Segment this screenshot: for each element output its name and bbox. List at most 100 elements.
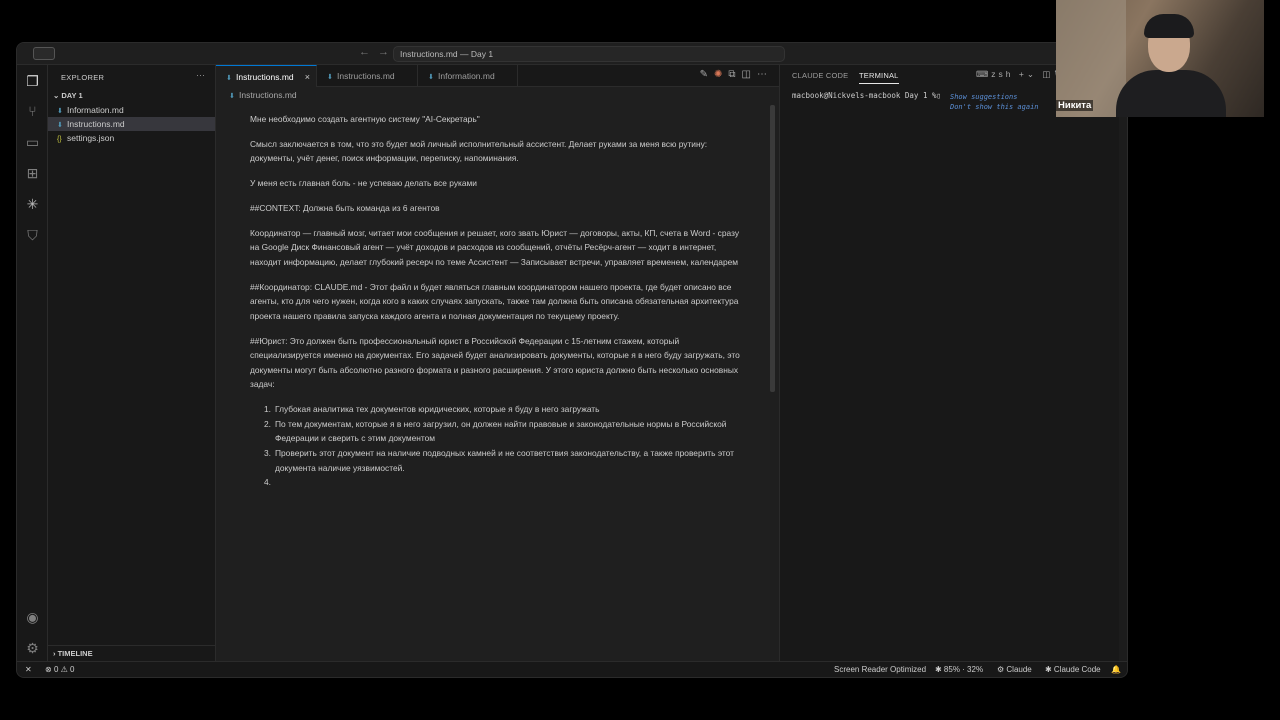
screen-reader-status[interactable]: Screen Reader Optimized: [834, 662, 926, 677]
toggle-sidebar-icon[interactable]: [33, 47, 55, 60]
document-content[interactable]: Мне необходимо создать агентную систему …: [250, 112, 740, 490]
tab-label: Instructions.md: [337, 71, 395, 81]
paragraph: ##Координатор: CLAUDE.md - Этот файл и б…: [250, 281, 739, 321]
markdown-file-icon: ⬇: [327, 74, 333, 81]
back-arrow-icon[interactable]: ←: [359, 46, 378, 58]
paragraph: ##CONTEXT: Должна быть команда из 6 аген…: [250, 202, 440, 213]
shell-label[interactable]: zsh: [991, 69, 1013, 79]
claude-icon[interactable]: ✳: [24, 196, 41, 213]
split-editor-icon[interactable]: ◫: [742, 69, 757, 80]
list-number: 2.: [264, 418, 271, 429]
panel-actions: ⌨zsh +⌄ ◫🗑: [976, 69, 1067, 80]
usage-status[interactable]: ✱ 85% · 32%: [935, 662, 983, 677]
terminal-icon: ⌨: [976, 69, 992, 79]
claude-spark-icon[interactable]: ✺: [714, 69, 728, 80]
error-icon: ⊗: [45, 665, 52, 674]
remote-explorer-icon[interactable]: ▭: [24, 134, 41, 151]
warning-icon: ⚠: [60, 665, 68, 674]
paragraph: Смысл заключается в том, что это будет м…: [250, 138, 708, 164]
notifications-bell-icon[interactable]: 🔔: [1111, 662, 1121, 677]
tab-instructions-md-2[interactable]: ⬇ Instructions.md: [317, 65, 418, 87]
cursor: ▯: [936, 91, 942, 100]
shield-icon[interactable]: ⛉: [24, 227, 41, 244]
activity-bar: ❐ ⑂ ▭ ⊞ ✳ ⛉ ◉ ⚙: [17, 65, 48, 661]
settings-gear-icon[interactable]: ⚙: [24, 640, 41, 657]
more-icon[interactable]: ⋯: [757, 69, 773, 80]
nav-arrows: ←→: [359, 46, 397, 58]
breadcrumb[interactable]: ⬇ Instructions.md: [229, 90, 297, 100]
list-text: Глубокая аналитика тех документов юридич…: [275, 404, 600, 415]
problems-indicator[interactable]: ⊗ 0 ⚠ 0: [45, 662, 74, 677]
source-control-icon[interactable]: ⑂: [24, 103, 41, 120]
vscode-window: ←→ Instructions.md — Day 1 ❐ ⑂ ▭ ⊞ ✳ ⛉ ◉…: [16, 42, 1128, 678]
paragraph: Мне необходимо создать агентную систему …: [250, 114, 480, 124]
claude-icon: ⚙: [997, 665, 1005, 674]
file-information-md[interactable]: ⬇ Information.md: [48, 103, 215, 117]
claude-code-status[interactable]: ✱ Claude Code: [1045, 662, 1101, 677]
editor-scrollbar[interactable]: [770, 105, 775, 392]
list-text: По тем документам, которые я в него загр…: [275, 418, 727, 444]
tab-instructions-md[interactable]: ⬇ Instructions.md ×: [216, 65, 317, 87]
folder-day-1[interactable]: ⌄ DAY 1: [48, 89, 215, 103]
markdown-file-icon: ⬇: [428, 74, 434, 81]
tab-claude-code[interactable]: CLAUDE CODE: [792, 71, 848, 80]
command-center-search[interactable]: Instructions.md — Day 1: [393, 46, 785, 62]
file-label: settings.json: [67, 133, 115, 143]
terminal-prompt[interactable]: macbook@Nickvels-macbook Day 1 %▯: [792, 91, 941, 100]
editor-actions: ✎✺⧉◫⋯: [700, 69, 773, 80]
right-panel: CLAUDE CODE TERMINAL ⌨zsh +⌄ ◫🗑 macbook@…: [779, 65, 1127, 661]
timeline-section[interactable]: › TIMELINE: [48, 645, 215, 661]
file-instructions-md[interactable]: ⬇ Instructions.md: [48, 117, 215, 131]
close-icon[interactable]: ×: [305, 66, 310, 88]
list-text: [275, 477, 277, 487]
person-cap: [1144, 14, 1194, 38]
dont-show-again-link[interactable]: Don't show this again: [950, 103, 1039, 111]
paragraph: ##Юрист: Это должен быть профессиональны…: [250, 335, 740, 390]
remote-icon[interactable]: ✕: [25, 662, 32, 677]
extensions-icon[interactable]: ⊞: [24, 165, 41, 182]
list-item: 1. Глубокая аналитика тех документов юрид…: [264, 402, 740, 417]
file-label: Instructions.md: [67, 119, 125, 129]
panel-scrollbar[interactable]: [1119, 87, 1127, 661]
file-settings-json[interactable]: {} settings.json: [48, 131, 215, 145]
list-text: Проверить этот документ на наличие подво…: [275, 448, 734, 473]
claude-status[interactable]: ⚙ Claude: [997, 662, 1032, 677]
edit-icon[interactable]: ✎: [700, 69, 714, 80]
paragraph: У меня есть главная боль - не успеваю де…: [250, 178, 477, 189]
explorer-title: EXPLORER: [61, 73, 105, 82]
markdown-file-icon: ⬇: [229, 93, 235, 100]
error-count: 0: [53, 665, 59, 674]
folder-label: DAY 1: [61, 91, 83, 100]
list-number: 3.: [264, 448, 271, 458]
more-actions-icon[interactable]: ···: [196, 70, 205, 80]
breadcrumb-label: Instructions.md: [239, 90, 297, 100]
webcam-overlay: Никита: [1056, 0, 1264, 117]
title-bar: ←→ Instructions.md — Day 1: [17, 43, 1127, 65]
show-suggestions-link[interactable]: Show suggestions: [950, 93, 1017, 101]
list-number: 4.: [264, 477, 271, 488]
list-number: 1.: [264, 404, 271, 415]
task-list: 1. Глубокая аналитика тех документов юрид…: [250, 402, 740, 490]
explorer-sidebar: EXPLORER ··· ⌄ DAY 1 ⬇ Information.md ⬇ In…: [48, 65, 216, 661]
person-body: [1116, 70, 1226, 117]
tab-label: Instructions.md: [236, 72, 294, 82]
editor-tabs: ⬇ Instructions.md × ⬇ Instructions.md ⬇ Inf…: [216, 65, 779, 87]
tab-terminal[interactable]: TERMINAL: [859, 71, 899, 84]
json-file-icon: {}: [57, 136, 62, 143]
list-item: 2. По тем документам, которые я в него за…: [264, 417, 740, 446]
tab-information-md[interactable]: ⬇ Information.md: [418, 65, 518, 87]
tab-label: Information.md: [438, 71, 495, 81]
claude-label: Claude: [1006, 665, 1032, 674]
plus-icon[interactable]: +: [1019, 69, 1027, 79]
file-label: Information.md: [67, 105, 124, 115]
list-item: 3. Проверить этот документ на наличие под…: [264, 446, 740, 475]
list-item: 4.: [264, 475, 740, 490]
editor-area: ⬇ Instructions.md × ⬇ Instructions.md ⬇ Inf…: [216, 65, 779, 661]
warning-count: 0: [70, 665, 75, 674]
chevron-down-icon[interactable]: ⌄: [1027, 69, 1037, 79]
open-preview-icon[interactable]: ⧉: [728, 69, 741, 80]
timeline-label: TIMELINE: [57, 649, 93, 658]
split-terminal-icon[interactable]: ◫: [1042, 69, 1053, 79]
account-icon[interactable]: ◉: [24, 609, 41, 626]
files-icon[interactable]: ❐: [24, 73, 41, 90]
